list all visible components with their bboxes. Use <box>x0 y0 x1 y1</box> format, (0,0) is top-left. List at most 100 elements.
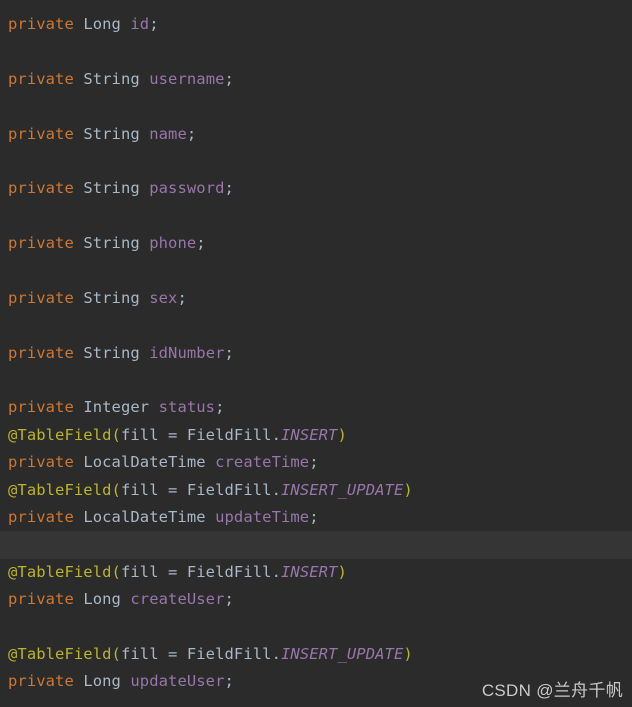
code-lines-container[interactable]: private Long id; private String username… <box>0 0 632 696</box>
code-line[interactable]: private LocalDateTime createTime; <box>0 449 632 476</box>
code-token: INSERT <box>281 425 338 444</box>
code-token: String <box>83 124 140 143</box>
code-line[interactable]: @TableField(fill = FieldFill.INSERT_UPDA… <box>0 477 632 504</box>
code-token: idNumber <box>149 343 225 362</box>
code-token: ( <box>111 644 121 663</box>
code-token: ) <box>403 644 413 663</box>
code-token: ) <box>337 562 347 581</box>
code-line[interactable]: private String name; <box>0 121 632 148</box>
code-token: status <box>158 398 216 417</box>
code-token: ; <box>186 124 197 143</box>
code-token: LocalDateTime <box>83 508 206 527</box>
code-editor[interactable]: private Long id; private String username… <box>0 0 632 707</box>
code-token: ( <box>111 562 121 581</box>
code-token: @TableField <box>8 644 112 663</box>
code-token: Long <box>83 672 121 691</box>
code-token: username <box>149 69 225 88</box>
code-token: updateUser <box>130 672 225 691</box>
code-token: password <box>149 179 225 198</box>
code-token: String <box>83 69 140 88</box>
code-token: ( <box>111 425 121 444</box>
code-token: ; <box>196 234 206 253</box>
code-token: Long <box>83 590 121 609</box>
code-token: private <box>8 179 74 198</box>
code-line[interactable]: private String idNumber; <box>0 340 632 367</box>
code-token: ; <box>224 179 234 198</box>
code-line[interactable]: @TableField(fill = FieldFill.INSERT) <box>0 422 632 449</box>
code-line-blank[interactable] <box>0 312 632 339</box>
code-line[interactable]: private String sex; <box>0 285 632 312</box>
code-token: = <box>158 562 187 581</box>
code-token: ; <box>215 398 225 417</box>
code-token: fill <box>120 480 159 499</box>
code-line[interactable]: private String password; <box>0 175 632 202</box>
code-token: private <box>8 508 74 527</box>
code-token: . <box>271 480 281 499</box>
code-token: private <box>8 672 74 691</box>
code-line[interactable]: private String phone; <box>0 230 632 257</box>
code-token: sex <box>149 288 178 307</box>
code-token: fill <box>120 644 159 663</box>
code-line[interactable]: private Long createUser; <box>0 586 632 613</box>
code-token: private <box>8 343 74 362</box>
code-line-blank[interactable] <box>0 258 632 285</box>
code-token: createTime <box>215 453 310 472</box>
code-token: fill <box>120 425 159 444</box>
code-token: = <box>158 480 187 499</box>
code-line[interactable]: @TableField(fill = FieldFill.INSERT) <box>0 559 632 586</box>
code-token: @TableField <box>8 480 112 499</box>
code-token: @TableField <box>8 425 112 444</box>
code-line[interactable]: private String username; <box>0 66 632 93</box>
code-token: private <box>8 398 74 417</box>
code-line-blank[interactable] <box>0 203 632 230</box>
code-line-blank[interactable] <box>0 531 632 559</box>
code-line-blank[interactable] <box>0 614 632 641</box>
code-token: String <box>83 234 140 253</box>
code-line-blank[interactable] <box>0 93 632 120</box>
code-token: String <box>83 343 140 362</box>
code-token: private <box>8 453 74 472</box>
code-line[interactable]: @TableField(fill = FieldFill.INSERT_UPDA… <box>0 641 632 668</box>
code-line-blank[interactable] <box>0 148 632 175</box>
code-line-blank[interactable] <box>0 367 632 394</box>
code-token: = <box>158 644 187 663</box>
code-line[interactable]: private Long id; <box>0 11 632 38</box>
code-token: fill <box>120 562 159 581</box>
code-token: private <box>8 69 74 88</box>
code-token: Long <box>83 15 121 33</box>
code-line[interactable]: private Integer status; <box>0 394 632 421</box>
code-token: name <box>149 124 187 143</box>
code-token: FieldFill <box>186 644 272 663</box>
code-line-blank[interactable] <box>0 38 632 65</box>
code-token: ; <box>224 672 234 691</box>
code-line[interactable]: private LocalDateTime updateTime; <box>0 504 632 531</box>
code-token: ) <box>403 480 413 499</box>
code-token: ( <box>111 480 121 499</box>
code-token: phone <box>149 234 197 253</box>
code-token: FieldFill <box>186 425 272 444</box>
code-token: String <box>83 179 140 198</box>
code-token: . <box>271 644 281 663</box>
code-token: ; <box>224 69 234 88</box>
code-token: FieldFill <box>186 562 272 581</box>
code-token: id <box>130 15 150 33</box>
code-token: ; <box>224 343 234 362</box>
code-token: ; <box>177 288 187 307</box>
code-token: @TableField <box>8 562 112 581</box>
csdn-watermark: CSDN @兰舟千帆 <box>481 681 623 700</box>
